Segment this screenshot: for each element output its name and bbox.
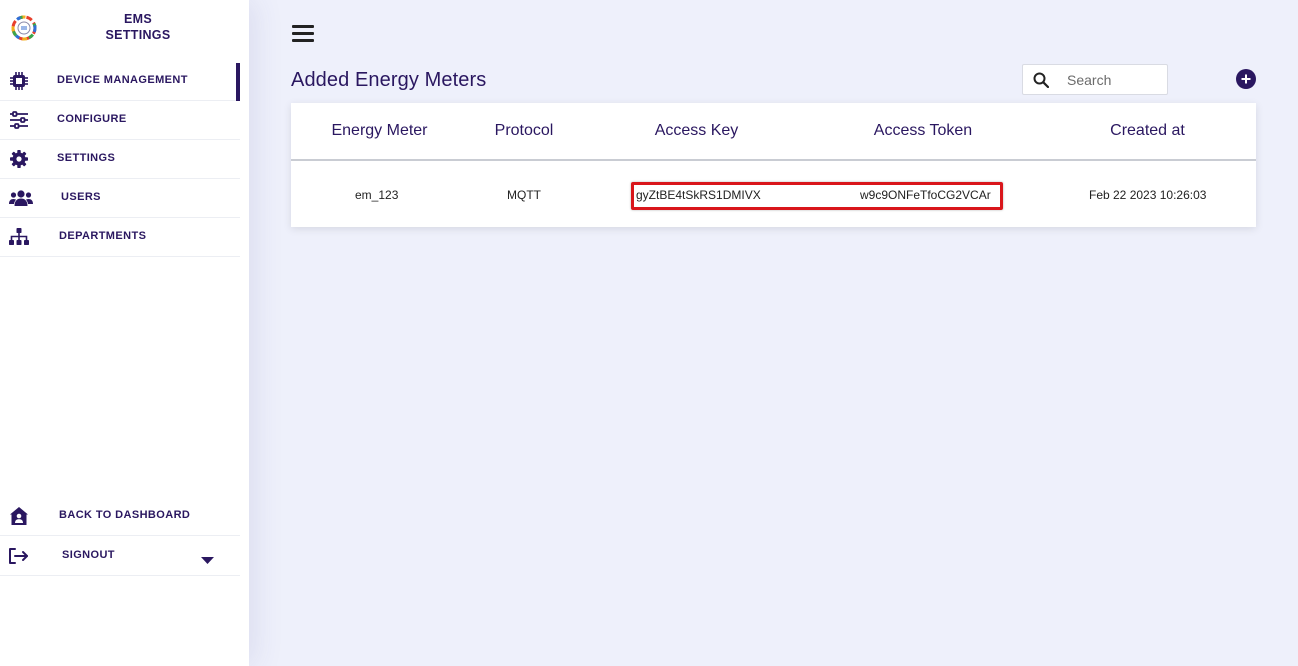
search-box[interactable] bbox=[1022, 64, 1168, 95]
sidebar-item-settings[interactable]: SETTINGS bbox=[0, 140, 240, 179]
cell-protocol: MQTT bbox=[507, 188, 541, 202]
column-header-created-at[interactable]: Created at bbox=[1097, 122, 1198, 140]
brand-line-1: EMS bbox=[124, 12, 152, 26]
sliders-icon bbox=[8, 111, 30, 129]
sidebar-item-device-management[interactable]: DEVICE MANAGEMENT bbox=[0, 62, 240, 101]
sidebar-item-label: DEPARTMENTS bbox=[59, 230, 147, 242]
cell-access-token: w9c9ONFeTfoCG2VCAr bbox=[860, 188, 991, 202]
column-header-protocol[interactable]: Protocol bbox=[480, 122, 568, 140]
sidebar-item-departments[interactable]: DEPARTMENTS bbox=[0, 218, 240, 257]
sidebar: EMS SETTINGS DEVICE MANAGEMENT CONFIGURE… bbox=[0, 0, 249, 666]
sidebar-item-label: DEVICE MANAGEMENT bbox=[57, 74, 188, 86]
chip-icon bbox=[8, 72, 30, 90]
cell-energy-meter: em_123 bbox=[355, 188, 399, 202]
gear-icon bbox=[8, 150, 30, 168]
sidebar-item-label: USERS bbox=[61, 191, 101, 203]
search-input[interactable] bbox=[1067, 70, 1163, 90]
sidebar-item-label: CONFIGURE bbox=[57, 113, 127, 125]
brand-line-2: SETTINGS bbox=[105, 28, 171, 42]
sign-out-icon bbox=[8, 547, 30, 565]
sidebar-item-label: SETTINGS bbox=[57, 152, 116, 164]
header-divider bbox=[291, 159, 1256, 161]
house-user-icon bbox=[8, 507, 30, 525]
sidebar-item-label: SIGNOUT bbox=[62, 549, 115, 561]
sidebar-item-back-to-dashboard[interactable]: BACK TO DASHBOARD bbox=[0, 497, 240, 536]
sitemap-icon bbox=[8, 228, 30, 246]
cell-access-key: gyZtBE4tSkRS1DMIVX bbox=[636, 188, 761, 202]
sidebar-brand: EMS SETTINGS bbox=[88, 11, 188, 43]
plus-icon bbox=[1241, 74, 1251, 84]
column-header-access-token[interactable]: Access Token bbox=[858, 122, 988, 140]
energy-meters-table: Energy Meter Protocol Access Key Access … bbox=[291, 103, 1256, 227]
column-header-energy-meter[interactable]: Energy Meter bbox=[322, 122, 437, 140]
sidebar-item-signout[interactable]: SIGNOUT bbox=[0, 537, 240, 576]
column-header-access-key[interactable]: Access Key bbox=[641, 122, 752, 140]
users-icon bbox=[8, 189, 34, 207]
search-icon bbox=[1033, 72, 1050, 89]
page-title: Added Energy Meters bbox=[291, 69, 487, 91]
app-logo bbox=[10, 14, 38, 42]
sidebar-item-users[interactable]: USERS bbox=[0, 179, 240, 218]
hamburger-menu-icon[interactable] bbox=[292, 25, 314, 45]
add-meter-button[interactable] bbox=[1236, 69, 1256, 89]
sidebar-item-configure[interactable]: CONFIGURE bbox=[0, 101, 240, 140]
caret-down-icon[interactable] bbox=[201, 552, 214, 570]
cell-created-at: Feb 22 2023 10:26:03 bbox=[1089, 188, 1207, 202]
sidebar-item-label: BACK TO DASHBOARD bbox=[59, 509, 191, 521]
